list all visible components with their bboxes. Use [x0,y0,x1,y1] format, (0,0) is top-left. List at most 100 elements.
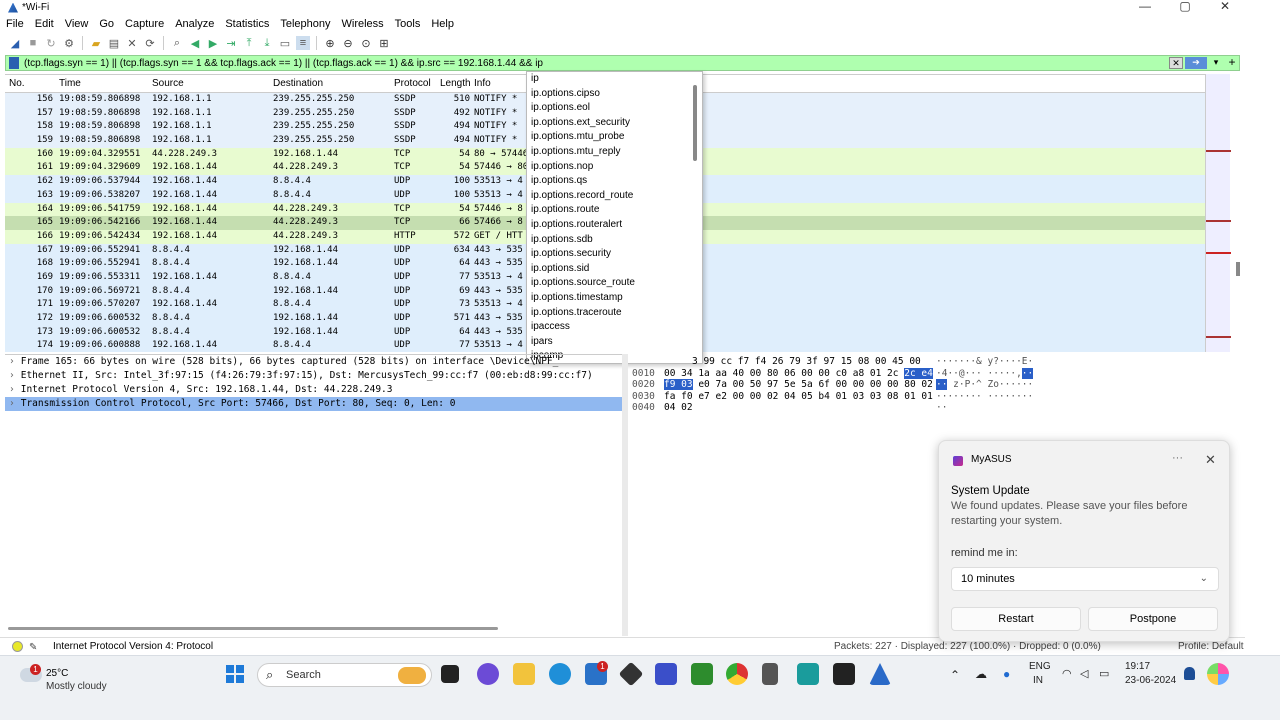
autocomplete-item[interactable]: ip [529,72,702,87]
notepad-icon[interactable] [762,663,778,685]
taskbar-search-box[interactable]: ⌕ Search [257,663,432,687]
autocomplete-item[interactable]: ipars [529,335,702,350]
pane-divider[interactable] [622,354,628,636]
close-file-icon[interactable]: ✕ [125,36,139,50]
autocomplete-scrollbar[interactable] [693,85,697,161]
autocomplete-item[interactable]: ip.options.ext_security [529,116,702,131]
language-in[interactable]: IN [1033,675,1043,686]
apply-filter-icon[interactable]: ➔ [1185,57,1207,69]
find-packet-icon[interactable]: ⌕ [170,36,184,50]
restart-button[interactable]: Restart [951,607,1081,631]
more-options-icon[interactable]: ··· [1172,452,1183,464]
minimize-button[interactable]: — [1125,0,1165,15]
column-protocol[interactable]: Protocol [394,78,440,89]
menu-help[interactable]: Help [426,18,459,30]
packet-list-scrollbar[interactable] [1236,262,1240,276]
tray-overflow-chevron-icon[interactable]: ⌃ [950,668,960,682]
autocomplete-item[interactable]: ip.options.nop [529,160,702,175]
menu-view[interactable]: View [60,18,94,30]
start-button-windows-icon[interactable] [226,665,244,683]
expand-arrow-icon[interactable]: › [9,384,15,395]
detail-tcp[interactable]: › Transmission Control Protocol, Src Port… [5,397,622,411]
microphone-icon[interactable]: ● [1003,667,1010,681]
detail-ipv4[interactable]: › Internet Protocol Version 4, Src: 192.1… [5,383,622,397]
autocomplete-item[interactable]: ip.options.eol [529,101,702,116]
chrome-icon[interactable] [726,663,748,685]
open-file-icon[interactable]: ▰ [89,36,103,50]
autoscroll-icon[interactable]: ▭ [278,36,292,50]
filter-dropdown-icon[interactable]: ▾ [1209,57,1223,69]
autocomplete-item[interactable]: ip.options.mtu_reply [529,145,702,160]
task-view-icon[interactable] [441,665,459,683]
packet-minimap[interactable] [1205,74,1231,352]
xbox-icon[interactable] [691,663,713,685]
status-profile[interactable]: Profile: Default [1178,641,1244,652]
menu-statistics[interactable]: Statistics [220,18,274,30]
autocomplete-item[interactable]: ipaccess [529,320,702,335]
snipping-icon[interactable] [797,663,819,685]
bookmark-icon[interactable] [9,57,19,69]
zoom-reset-icon[interactable]: ⊙ [359,36,373,50]
notification-close-icon[interactable]: ✕ [1205,452,1216,468]
start-capture-icon[interactable]: ◢ [8,36,22,50]
autocomplete-item[interactable]: ip.options.route [529,203,702,218]
autocomplete-item[interactable]: ip.options.routeralert [529,218,702,233]
go-forward-icon[interactable]: ▶ [206,36,220,50]
menu-capture[interactable]: Capture [120,18,169,30]
onedrive-icon[interactable]: ☁ [975,667,987,681]
go-first-icon[interactable]: ⤒ [242,36,256,50]
save-file-icon[interactable]: ▤ [107,36,121,50]
details-horizontal-scrollbar[interactable] [8,627,498,630]
notification-bell-icon[interactable] [1184,667,1195,680]
detail-frame[interactable]: › Frame 165: 66 bytes on wire (528 bits),… [5,355,622,369]
zoom-out-icon[interactable]: ⊖ [341,36,355,50]
menu-file[interactable]: File [1,18,29,30]
language-eng[interactable]: ENG [1029,661,1051,672]
menu-tools[interactable]: Tools [390,18,426,30]
wifi-icon[interactable]: ◠ [1062,667,1072,680]
copilot-icon[interactable] [1207,663,1229,685]
expand-arrow-icon[interactable]: › [9,356,15,367]
display-filter-bar[interactable]: (tcp.flags.syn == 1) || (tcp.flags.syn =… [5,55,1240,71]
reload-file-icon[interactable]: ⟳ [143,36,157,50]
autocomplete-item[interactable]: ip.options.cipso [529,87,702,102]
column-source[interactable]: Source [152,78,272,89]
detail-ethernet[interactable]: › Ethernet II, Src: Intel_3f:97:15 (f4:26… [5,369,622,383]
restart-capture-icon[interactable]: ↻ [44,36,58,50]
column-destination[interactable]: Destination [273,78,393,89]
autocomplete-item[interactable]: ip.options.sdb [529,233,702,248]
go-back-icon[interactable]: ◀ [188,36,202,50]
column-time[interactable]: Time [59,78,151,89]
display-filter-input[interactable]: (tcp.flags.syn == 1) || (tcp.flags.syn =… [24,58,1167,69]
teams-icon[interactable] [477,663,499,685]
colorize-icon[interactable]: ≡ [296,36,310,50]
zoom-in-icon[interactable]: ⊕ [323,36,337,50]
dev-app-icon[interactable] [618,661,644,687]
column-no[interactable]: No. [5,78,55,89]
menu-analyze[interactable]: Analyze [170,18,219,30]
menu-edit[interactable]: Edit [30,18,59,30]
expand-arrow-icon[interactable]: › [9,370,15,381]
visual-studio-icon[interactable] [655,663,677,685]
clock-date[interactable]: 23-06-2024 [1125,675,1176,686]
clock-time[interactable]: 19:17 [1125,661,1150,672]
clear-filter-icon[interactable]: ✕ [1169,57,1183,69]
volume-icon[interactable]: ◁ [1080,667,1088,680]
battery-icon[interactable]: ▭ [1099,667,1109,680]
go-last-icon[interactable]: ⤓ [260,36,274,50]
wireshark-taskbar-icon[interactable] [869,663,891,685]
edge-icon[interactable] [549,663,571,685]
autocomplete-item[interactable]: ip.options.mtu_probe [529,130,702,145]
expand-arrow-icon[interactable]: › [9,398,15,409]
terminal-icon[interactable] [833,663,855,685]
menu-telephony[interactable]: Telephony [275,18,335,30]
resize-columns-icon[interactable]: ⊞ [377,36,391,50]
close-button[interactable]: ✕ [1205,0,1245,15]
capture-options-icon[interactable]: ⚙ [62,36,76,50]
autocomplete-item[interactable]: ip.options.traceroute [529,306,702,321]
menu-wireless[interactable]: Wireless [337,18,389,30]
menu-go[interactable]: Go [94,18,119,30]
file-explorer-icon[interactable] [513,663,535,685]
autocomplete-item[interactable]: ip.options.sid [529,262,702,277]
add-filter-button-icon[interactable]: + [1225,56,1239,69]
